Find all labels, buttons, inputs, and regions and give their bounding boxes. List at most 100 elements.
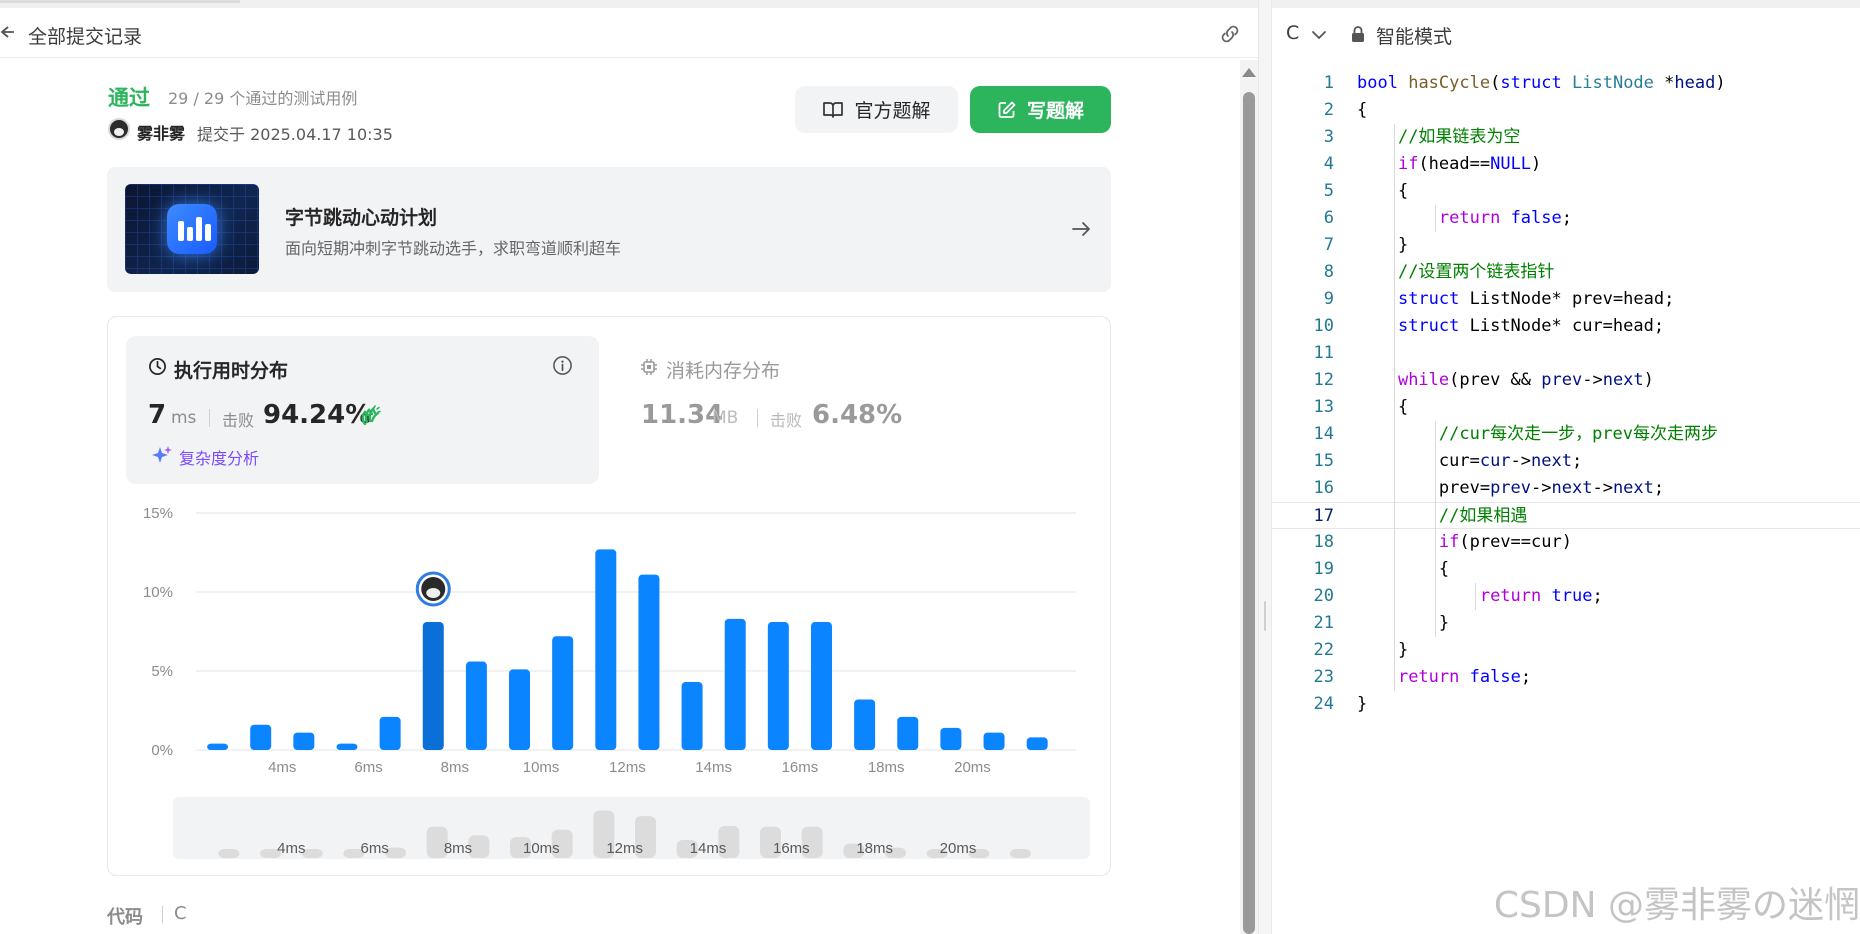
code-line[interactable]: 13 {	[1272, 394, 1860, 421]
chart-bar[interactable]	[465, 661, 487, 750]
chart-bar[interactable]	[336, 743, 358, 750]
code-text: //如果链表为空	[1397, 127, 1521, 147]
chart-bar[interactable]	[422, 622, 444, 750]
memory-beats-label: 击败	[770, 411, 803, 430]
runtime-separator	[209, 409, 210, 427]
code-text: cur=cur->next;	[1357, 451, 1583, 471]
runtime-value: 7	[148, 400, 167, 430]
code-text: }	[1357, 640, 1409, 660]
code-line[interactable]: 9 struct ListNode* prev=head;	[1272, 286, 1860, 313]
code-text: {	[1357, 397, 1409, 417]
chart-bar[interactable]	[940, 727, 962, 750]
write-solution-button[interactable]: 写题解	[970, 86, 1111, 133]
complexity-analysis-link[interactable]: 复杂度分析	[179, 445, 259, 469]
code-line[interactable]: 2{	[1272, 97, 1860, 124]
chart-bar[interactable]	[810, 622, 832, 750]
tab-stub[interactable]	[0, 0, 240, 3]
runtime-beats-label: 击败	[222, 411, 255, 430]
indent-guide	[1434, 205, 1436, 232]
code-line[interactable]: 17 //如果相遇	[1272, 502, 1860, 529]
code-separator	[162, 906, 163, 923]
code-line[interactable]: 14 //cur每次走一步，prev每次走两步	[1272, 421, 1860, 448]
code-text: //cur每次走一步，prev每次走两步	[1438, 424, 1719, 444]
line-number: 14	[1313, 424, 1334, 444]
line-number: 4	[1323, 154, 1334, 174]
clock-icon	[149, 358, 166, 375]
chart-bar[interactable]	[293, 732, 315, 750]
code-text: if(prev==cur)	[1438, 532, 1572, 552]
memory-separator	[757, 409, 758, 427]
code-line[interactable]: 22 }	[1272, 637, 1860, 664]
code-line[interactable]: 5 {	[1272, 178, 1860, 205]
panel-resize-handle[interactable]	[1258, 0, 1272, 934]
chart-overview-brush[interactable]	[173, 797, 1090, 859]
code-text: {	[1357, 100, 1368, 120]
back-arrow-icon[interactable]	[0, 22, 16, 42]
link-icon[interactable]	[1218, 22, 1242, 46]
code-editor-panel: C 智能模式 1 bool hasCycle(struct ListNode *h…	[1272, 0, 1860, 934]
code-line[interactable]: 1 bool hasCycle(struct ListNode *head)	[1272, 70, 1860, 97]
lock-icon	[1352, 26, 1364, 42]
chart-bar[interactable]	[638, 574, 660, 750]
language-select[interactable]: C	[1286, 22, 1299, 44]
line-number: 7	[1323, 235, 1334, 255]
line-number: 20	[1313, 586, 1334, 606]
code-line[interactable]: 21 }	[1272, 610, 1860, 637]
info-icon[interactable]	[552, 355, 573, 376]
promo-subtitle: 面向短期冲刺字节跳动选手，求职弯道顺利超车	[285, 239, 622, 258]
runtime-distribution-title: 执行用时分布	[174, 360, 289, 382]
smart-mode-label[interactable]: 智能模式	[1376, 22, 1452, 49]
chevron-down-icon[interactable]	[1310, 26, 1328, 44]
code-text: return false;	[1438, 208, 1572, 228]
code-line[interactable]: 18 if(prev==cur)	[1272, 529, 1860, 556]
code-line[interactable]: 15 cur=cur->next;	[1272, 448, 1860, 475]
chart-bar[interactable]	[897, 716, 919, 750]
chart-bar[interactable]	[207, 743, 229, 750]
chart-bar[interactable]	[854, 699, 876, 750]
code-text: }	[1357, 694, 1368, 714]
code-line[interactable]: 8 //设置两个链表指针	[1272, 259, 1860, 286]
promo-banner[interactable]: 字节跳动心动计划 面向短期冲刺字节跳动选手，求职弯道顺利超车	[107, 167, 1111, 292]
code-text: if(head==NULL)	[1397, 154, 1542, 174]
scroll-up-arrow-icon[interactable]	[1242, 68, 1256, 77]
code-line[interactable]: 20 return true;	[1272, 583, 1860, 610]
chart-bar[interactable]	[379, 716, 401, 750]
chart-bar[interactable]	[552, 636, 574, 750]
chart-bar[interactable]	[595, 549, 617, 750]
bytedance-plan-logo	[125, 184, 259, 274]
author-avatar[interactable]	[108, 118, 130, 140]
author-name[interactable]: 雾非雾	[137, 120, 185, 144]
line-number: 3	[1323, 127, 1334, 147]
code-line[interactable]: 11	[1272, 340, 1860, 367]
code-line[interactable]: 7 }	[1272, 232, 1860, 259]
code-line[interactable]: 6 return false;	[1272, 205, 1860, 232]
chart-bar[interactable]	[724, 618, 746, 750]
memory-distribution-tab[interactable]: 消耗内存分布	[666, 356, 780, 383]
code-text: }	[1357, 235, 1409, 255]
scrollbar-thumb[interactable]	[1243, 92, 1255, 934]
code-line[interactable]: 23 return false;	[1272, 664, 1860, 691]
chart-bar[interactable]	[983, 732, 1005, 750]
all-submissions-title[interactable]: 全部提交记录	[28, 22, 142, 49]
official-solution-button[interactable]: 官方题解	[795, 86, 958, 133]
line-number: 6	[1323, 208, 1334, 228]
chart-bar[interactable]	[509, 669, 531, 750]
code-line[interactable]: 3 //如果链表为空	[1272, 124, 1860, 151]
editor-toolbar: C 智能模式	[1272, 8, 1860, 58]
code-line[interactable]: 4 if(head==NULL)	[1272, 151, 1860, 178]
code-line[interactable]: 12 while(prev && prev->next)	[1272, 367, 1860, 394]
line-number: 5	[1323, 181, 1334, 201]
code-editor[interactable]: 1 bool hasCycle(struct ListNode *head) 2{3…	[1272, 70, 1860, 934]
code-line[interactable]: 24}	[1272, 691, 1860, 718]
code-line[interactable]: 10 struct ListNode* cur=head;	[1272, 313, 1860, 340]
code-line[interactable]: 16 prev=prev->next->next;	[1272, 475, 1860, 502]
chart-bar[interactable]	[681, 682, 703, 750]
line-number: 22	[1313, 640, 1334, 660]
chart-bar[interactable]	[250, 724, 272, 750]
code-text: //如果相遇	[1438, 506, 1528, 526]
code-line[interactable]: 19 {	[1272, 556, 1860, 583]
line-number: 12	[1313, 370, 1334, 390]
line-number: 1	[1323, 73, 1334, 93]
chart-bar[interactable]	[1026, 737, 1048, 750]
chart-bar[interactable]	[767, 622, 789, 750]
